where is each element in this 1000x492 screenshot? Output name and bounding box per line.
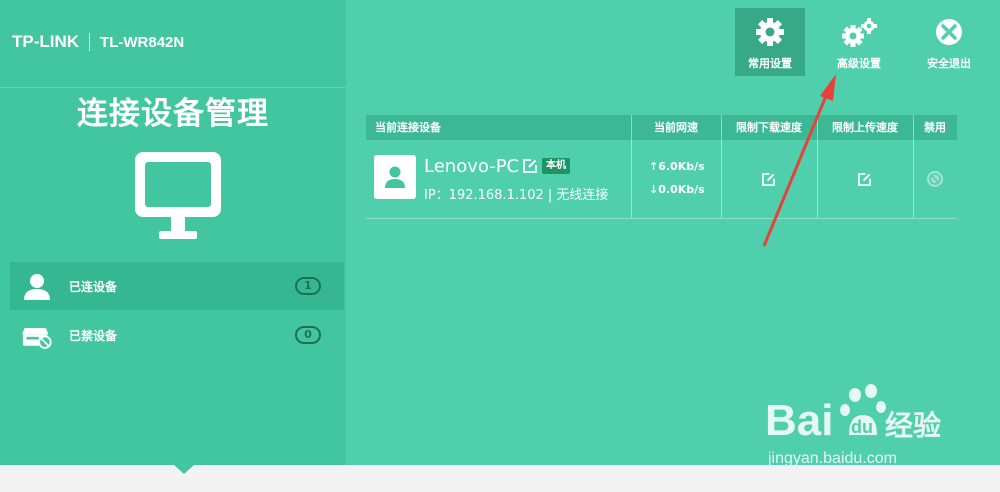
svg-text:经验: 经验 [885, 409, 941, 442]
router-model: TL-WR842N [100, 33, 185, 51]
common-settings-button[interactable]: 常用设置 [735, 8, 805, 76]
device-avatar-icon [374, 155, 416, 199]
sidebar-item-blocked-devices[interactable]: 已禁设备 0 [10, 311, 344, 359]
watermark-url: jingyan.baidu.com [768, 450, 897, 467]
close-circle-icon [936, 19, 962, 45]
page-title: 连接设备管理 [77, 96, 269, 132]
toolbar-button-label: 安全退出 [927, 57, 971, 70]
sidebar-item-connected-devices[interactable]: 已连设备 1 [10, 262, 344, 310]
blocked-count-badge: 0 [295, 326, 321, 344]
download-speed: ↓0.0Kb/s [649, 183, 705, 196]
sidebar: TP-LINK TL-WR842N 连接设备管理 已连设备 1 已禁设备 0 [0, 0, 346, 465]
user-icon [24, 274, 50, 300]
monitor-icon [135, 152, 221, 239]
brand-separator [89, 33, 91, 51]
toolbar-button-label: 常用设置 [748, 57, 792, 70]
sidebar-item-label: 已连设备 [69, 279, 118, 294]
device-name: Lenovo-PC [424, 156, 520, 177]
logout-button[interactable]: 安全退出 [914, 8, 984, 76]
brand: TP-LINK TL-WR842N [12, 30, 184, 54]
gears-icon [842, 18, 877, 47]
blocked-device-icon [22, 328, 52, 349]
brand-logo: TP-LINK [12, 32, 80, 51]
svg-text:du: du [851, 417, 873, 437]
limit-download-edit-icon[interactable] [762, 173, 775, 186]
advanced-settings-button[interactable]: 高级设置 [824, 8, 894, 76]
upload-speed: ↑6.0Kb/s [649, 160, 705, 173]
rename-device-icon[interactable] [523, 159, 537, 173]
sidebar-item-label: 已禁设备 [69, 328, 118, 343]
toolbar-button-label: 高级设置 [837, 57, 881, 70]
gear-icon [756, 18, 784, 46]
baidu-watermark-logo: Bai du 经验 [765, 384, 941, 445]
svg-text:Bai: Bai [765, 396, 833, 445]
footer-strip [0, 465, 1000, 492]
active-indicator [174, 465, 194, 474]
disable-device-icon[interactable] [926, 170, 944, 188]
limit-upload-edit-icon[interactable] [858, 173, 871, 186]
connected-count-badge: 1 [295, 277, 321, 295]
local-device-badge: 本机 [542, 158, 570, 174]
table-row: Lenovo-PC 本机 IP：192.168.1.102 | 无线连接 ↑6.… [366, 115, 957, 219]
device-ip: IP：192.168.1.102 | 无线连接 [424, 188, 609, 203]
